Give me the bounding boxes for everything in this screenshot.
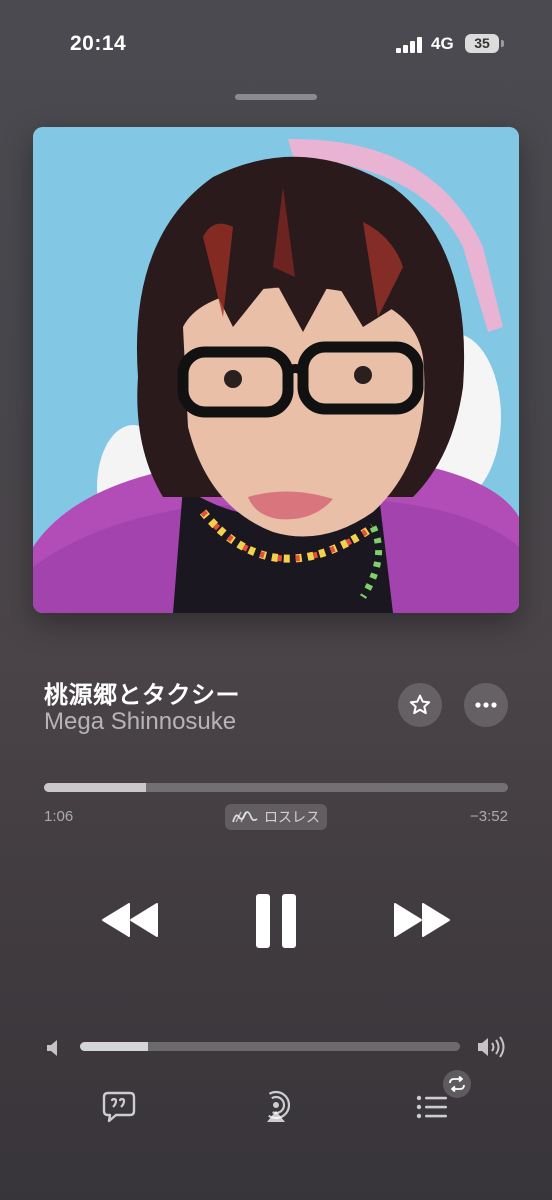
cellular-signal-icon bbox=[396, 37, 424, 53]
backward-icon bbox=[102, 903, 158, 937]
network-type: 4G bbox=[431, 34, 454, 53]
forward-icon bbox=[394, 903, 450, 937]
volume-level-fill bbox=[80, 1042, 149, 1051]
lossless-wave-icon bbox=[232, 811, 258, 823]
previous-track-button[interactable] bbox=[96, 895, 164, 945]
lyrics-button[interactable] bbox=[99, 1087, 139, 1127]
playback-scrubber[interactable] bbox=[44, 783, 508, 792]
track-artist[interactable]: Mega Shinnosuke bbox=[44, 708, 236, 736]
pause-button[interactable] bbox=[246, 888, 306, 954]
status-bar: 20:14 4G 35 bbox=[0, 0, 552, 90]
repeat-icon bbox=[449, 1076, 465, 1092]
battery-icon: 35 bbox=[465, 34, 499, 53]
remaining-time: −3:52 bbox=[470, 808, 508, 825]
album-artwork bbox=[33, 127, 519, 613]
track-title: 桃源郷とタクシー bbox=[44, 682, 240, 709]
pause-icon bbox=[256, 894, 296, 948]
list-icon bbox=[416, 1095, 447, 1119]
speaker-icon bbox=[47, 1040, 57, 1056]
lyrics-bubble-icon bbox=[102, 1091, 136, 1123]
more-options-button[interactable] bbox=[464, 683, 508, 727]
lossless-badge[interactable]: ロスレス bbox=[225, 804, 327, 830]
star-icon bbox=[409, 694, 431, 715]
battery-cap bbox=[501, 40, 504, 47]
sheet-grabber[interactable] bbox=[235, 94, 317, 100]
favorite-button[interactable] bbox=[398, 683, 442, 727]
next-track-button[interactable] bbox=[388, 895, 456, 945]
repeat-status-badge bbox=[443, 1070, 471, 1098]
lossless-label: ロスレス bbox=[264, 809, 320, 825]
speaker-wave-icon bbox=[478, 1036, 505, 1058]
status-time: 20:14 bbox=[70, 32, 127, 55]
volume-slider[interactable] bbox=[80, 1042, 460, 1051]
playback-progress-fill bbox=[44, 783, 147, 792]
elapsed-time: 1:06 bbox=[44, 808, 74, 825]
airplay-button[interactable] bbox=[256, 1087, 296, 1127]
airplay-icon bbox=[261, 1090, 291, 1122]
ellipsis-icon bbox=[475, 702, 497, 708]
